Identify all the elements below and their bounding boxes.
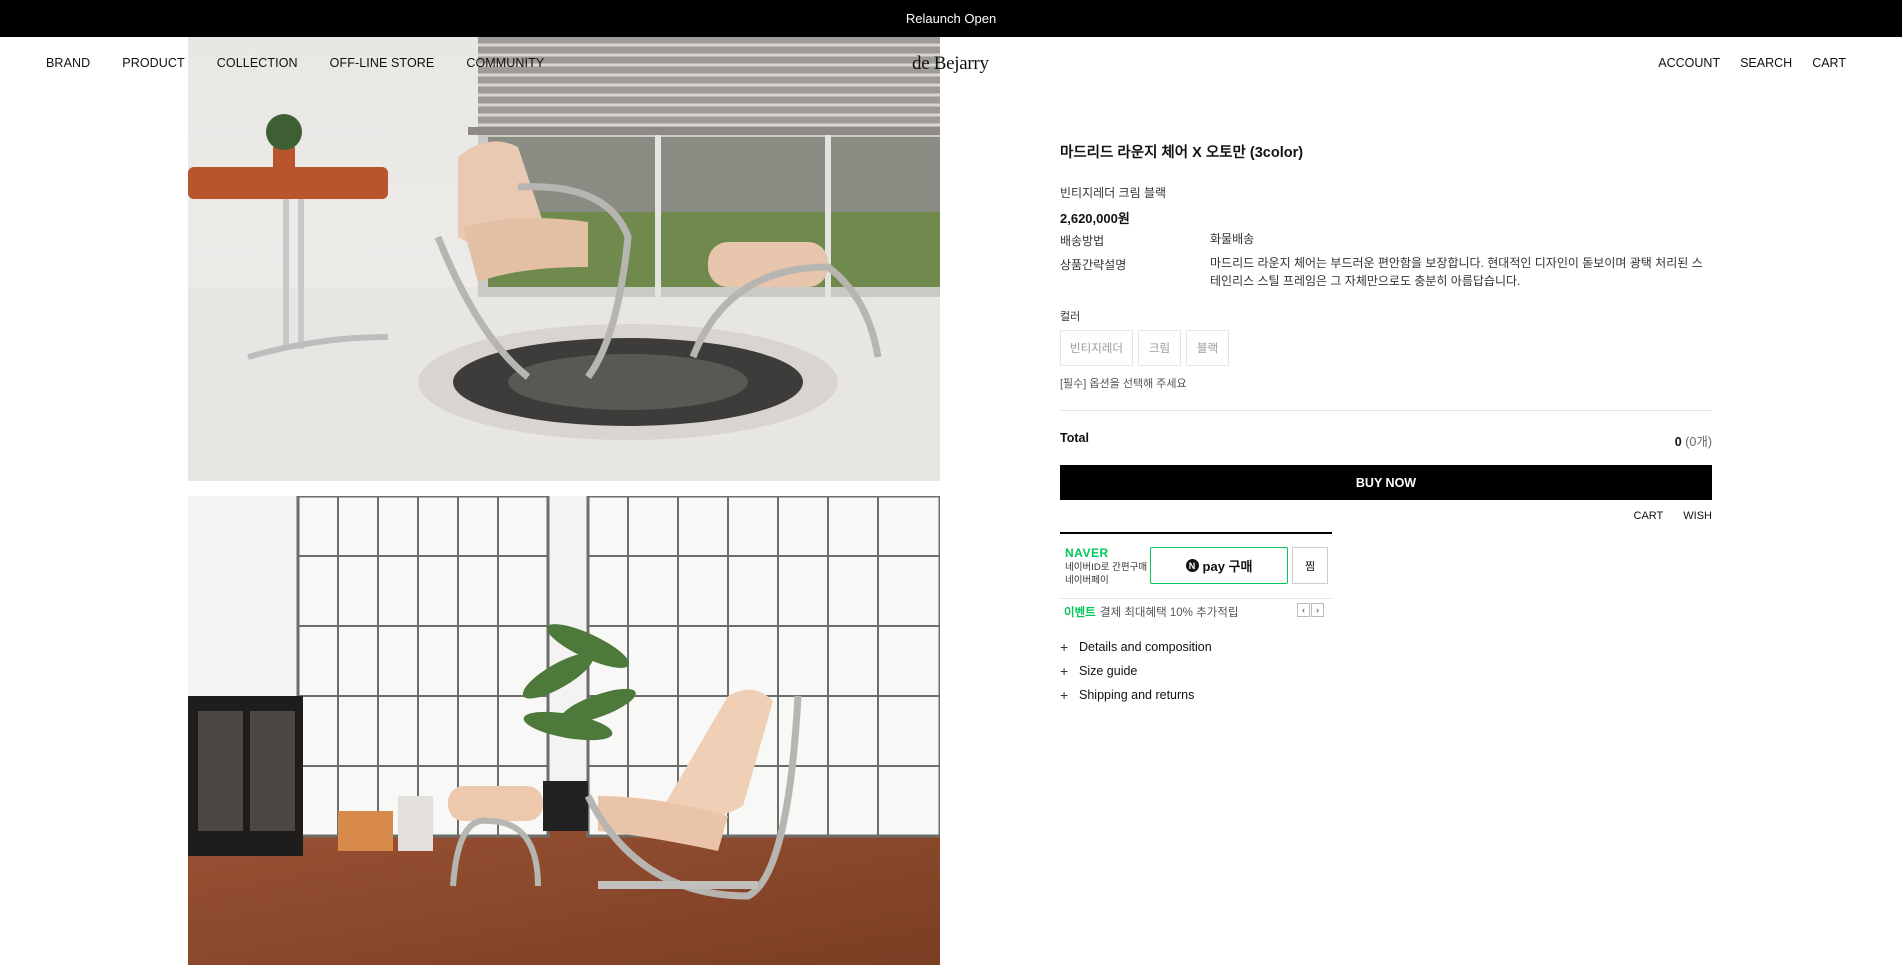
chevron-left-icon[interactable]: ‹ — [1297, 603, 1310, 617]
accordion-size-guide-label: Size guide — [1079, 664, 1138, 678]
product-title: 마드리드 라운지 체어 X 오토만 (3color) — [1060, 145, 1304, 161]
total-label: Total — [1060, 431, 1089, 445]
nav-brand[interactable]: BRAND — [46, 56, 90, 70]
chevron-right-icon[interactable]: › — [1311, 603, 1324, 617]
main-nav: BRAND PRODUCT COLLECTION OFF-LINE STORE … — [46, 56, 544, 70]
nav-cart[interactable]: CART — [1812, 56, 1846, 70]
nav-collection[interactable]: COLLECTION — [217, 56, 298, 70]
divider — [1060, 410, 1712, 411]
accordion-size-guide[interactable]: + Size guide — [1060, 664, 1137, 678]
announcement-text: Relaunch Open — [905, 11, 997, 26]
buy-now-button[interactable]: BUY NOW — [1060, 465, 1712, 500]
product-image-2 — [188, 496, 940, 965]
event-text: 결제 최대혜택 10% 추가적립 — [1100, 607, 1239, 619]
add-to-cart-link[interactable]: CART — [1634, 510, 1664, 522]
plus-icon: + — [1060, 687, 1069, 703]
description-value: 마드리드 라운지 체어는 부드러운 편안함을 보장합니다. 현대적인 디자인이 … — [1210, 256, 1703, 288]
color-option-vintage-leather[interactable]: 빈티지레더 — [1060, 330, 1133, 366]
naver-brand: NAVER — [1065, 546, 1109, 560]
announcement-bar: Relaunch Open — [0, 0, 1902, 37]
product-variant: 빈티지레더 크림 블랙 — [1060, 186, 1167, 200]
description-label: 상품간략설명 — [1060, 258, 1127, 272]
event-tag: 이벤트 — [1064, 607, 1096, 619]
required-option-note: [필수] 옵션을 선택해 주세요 — [1060, 378, 1187, 390]
nav-offline-store[interactable]: OFF-LINE STORE — [330, 56, 435, 70]
color-label: 컬러 — [1060, 311, 1081, 323]
accordion-details[interactable]: + Details and composition — [1060, 640, 1212, 654]
naver-pay-sub-line1: 네이버ID로 간편구매 — [1065, 562, 1148, 573]
total-amount: 0 — [1674, 435, 1682, 449]
product-image-1 — [188, 37, 940, 481]
nav-product[interactable]: PRODUCT — [122, 56, 185, 70]
color-option-cream[interactable]: 크림 — [1138, 330, 1181, 366]
brand-logo[interactable]: de Bejarry — [912, 53, 989, 75]
plus-icon: + — [1060, 639, 1069, 655]
naver-pay-button-label: pay 구매 — [1202, 559, 1253, 574]
naver-pay-sub-line2: 네이버페이 — [1065, 575, 1109, 586]
naver-pay-description: 네이버ID로 간편구매 네이버페이 — [1065, 561, 1147, 587]
naver-pay-widget: NAVER 네이버ID로 간편구매 네이버페이 N pay 구매 찜 — [1060, 532, 1332, 598]
total-count: (0개) — [1685, 435, 1712, 449]
plus-icon: + — [1060, 663, 1069, 679]
secondary-actions: CART WISH — [1634, 510, 1712, 522]
accordion-shipping[interactable]: + Shipping and returns — [1060, 688, 1194, 702]
total-value: 0 (0개) — [1675, 431, 1712, 450]
accordion-shipping-label: Shipping and returns — [1079, 688, 1195, 702]
wish-link[interactable]: WISH — [1683, 510, 1712, 522]
nav-account[interactable]: ACCOUNT — [1658, 56, 1720, 70]
naver-n-icon: N — [1185, 559, 1199, 572]
naver-zzim-button[interactable]: 찜 — [1292, 547, 1328, 584]
utility-nav: ACCOUNT SEARCH CART — [1658, 56, 1846, 70]
shipping-value: 화물배송 — [1210, 232, 1255, 246]
color-option-black[interactable]: 블랙 — [1186, 330, 1229, 366]
accordion-details-label: Details and composition — [1079, 640, 1212, 654]
nav-community[interactable]: COMMUNITY — [466, 56, 544, 70]
shipping-label: 배송방법 — [1060, 234, 1105, 248]
naver-pay-buy-button[interactable]: N pay 구매 — [1150, 547, 1288, 584]
product-price: 2,620,000원 — [1060, 211, 1130, 226]
naver-pay-event: 이벤트 결제 최대혜택 10% 추가적립 ‹ › — [1060, 598, 1332, 620]
nav-search[interactable]: SEARCH — [1740, 56, 1792, 70]
